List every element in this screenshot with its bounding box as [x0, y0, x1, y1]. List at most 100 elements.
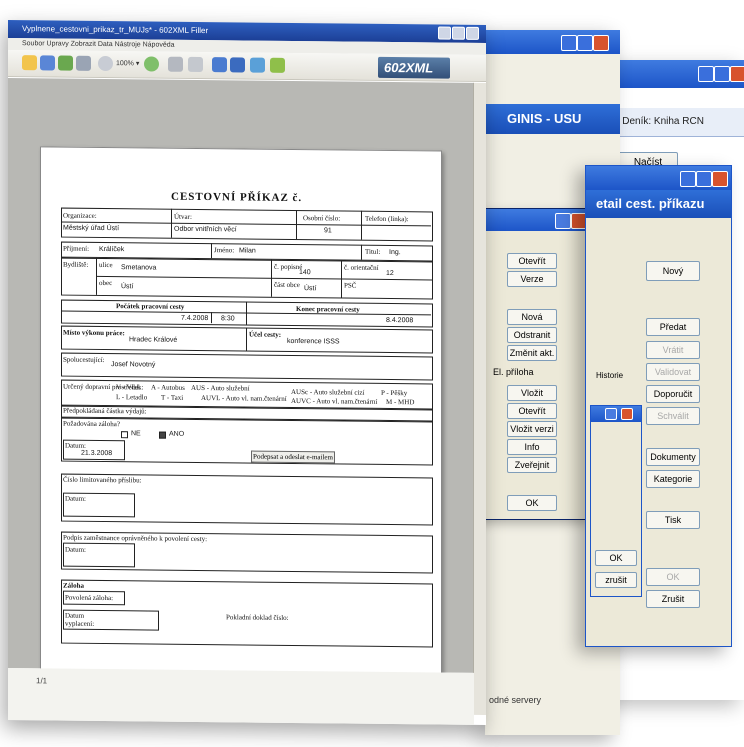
doprava-opt-v[interactable]: V - Vlak: [116, 383, 140, 391]
ulice-field[interactable]: Smetanova: [121, 264, 156, 271]
doprava-opt-t[interactable]: T - Taxi: [161, 394, 183, 402]
ok-button[interactable]: OK: [595, 550, 637, 566]
maximize-button[interactable]: [714, 66, 730, 82]
predat-button[interactable]: Předat: [646, 318, 700, 336]
ano-checkbox[interactable]: [159, 431, 166, 439]
mail-icon[interactable]: [230, 57, 245, 73]
podepsat-button[interactable]: Podepsat a odeslat e-mailem: [251, 450, 335, 464]
ok-button[interactable]: OK: [646, 568, 700, 586]
status-bar: 1/1: [8, 668, 474, 725]
doprava-opt-auvl[interactable]: AUVL - Auto vl. nam.čtenární: [201, 394, 287, 403]
schvalit-button[interactable]: Schválit: [646, 407, 700, 425]
doprava-opt-m[interactable]: M - MHD: [386, 398, 414, 406]
verze-button[interactable]: Verze: [507, 271, 557, 287]
zrusit-button[interactable]: zrušit: [595, 572, 637, 588]
spolucestujici-field[interactable]: Josef Novotný: [111, 361, 155, 368]
zoom-in-icon[interactable]: [144, 56, 159, 72]
doprava-opt-ausc[interactable]: AUSc - Auto služební cizí: [291, 388, 365, 397]
ne-checkbox[interactable]: [121, 431, 128, 439]
odstranit-button[interactable]: Odstranit: [507, 327, 557, 343]
help-button[interactable]: [555, 213, 571, 229]
copy-icon[interactable]: [168, 56, 183, 72]
sign-icon[interactable]: [58, 55, 73, 71]
minimize-button[interactable]: [680, 171, 696, 187]
obec-field[interactable]: Ústí: [121, 283, 133, 290]
minimize-button[interactable]: [561, 35, 577, 51]
prijmeni-field[interactable]: Králíček: [99, 246, 124, 253]
doprava-opt-aus[interactable]: AUS - Auto služební: [191, 384, 250, 393]
titul-label: Titul:: [365, 247, 381, 256]
ucel-field[interactable]: konference ISSS: [287, 338, 340, 346]
pokladni-doklad-label: Pokladní doklad číslo:: [226, 613, 289, 622]
otevrit-priloha-button[interactable]: Otevřít: [507, 403, 557, 419]
minimize-button[interactable]: [698, 66, 714, 82]
doprava-opt-a[interactable]: A - Autobus: [151, 383, 185, 391]
zmenit-akt-button[interactable]: Změnit akt.: [507, 345, 557, 361]
titul-field[interactable]: Ing.: [389, 249, 401, 256]
vlozit-verzi-button[interactable]: Vložit verzi: [507, 421, 557, 437]
cislo-popisne-field[interactable]: 140: [299, 269, 311, 276]
close-button[interactable]: [466, 26, 479, 40]
datum-field[interactable]: 21.3.2008: [81, 450, 112, 457]
validovat-button[interactable]: Validovat: [646, 363, 700, 381]
maximize-button[interactable]: [577, 35, 593, 51]
cislo-orientacni-field[interactable]: 12: [386, 270, 394, 277]
historie-tab[interactable]: Historie: [596, 371, 623, 380]
osobni-cislo-field[interactable]: 91: [324, 227, 332, 234]
misto-vykonu-field[interactable]: Hradec Králové: [129, 336, 177, 344]
save-icon[interactable]: [40, 55, 55, 71]
vlozit-button[interactable]: Vložit: [507, 385, 557, 401]
window-title: Vyplnene_cestovni_prikaz_tr_MUJs* - 602X…: [22, 24, 209, 36]
close-button[interactable]: [712, 171, 728, 187]
attach-icon[interactable]: [270, 57, 285, 73]
print-icon[interactable]: [76, 55, 91, 71]
pocatek-cas-field[interactable]: 8:30: [221, 315, 235, 322]
doprava-opt-auvc[interactable]: AUVC - Auto vl. nam.čtenární: [291, 397, 377, 406]
novy-button[interactable]: Nový: [646, 261, 700, 281]
vratit-button[interactable]: Vrátit: [646, 341, 700, 359]
export-icon[interactable]: [212, 57, 227, 73]
cislo-limitovaneho-label: Číslo limitovaného příslibu:: [63, 475, 142, 485]
utvar-field[interactable]: Odbor vnitřních věcí: [174, 226, 237, 234]
open-icon[interactable]: [22, 55, 37, 71]
pocatek-datum-field[interactable]: 7.4.2008: [181, 315, 208, 322]
form-title: CESTOVNÍ PŘÍKAZ č.: [171, 190, 303, 205]
zoom-out-icon[interactable]: [98, 55, 113, 72]
zoom-select[interactable]: 100% ▾: [116, 59, 139, 67]
otevrit-button[interactable]: Otevřít: [507, 253, 557, 269]
desktop-stage: 001, Deník: Kniha RCN Načíst GINIS - USU…: [0, 0, 744, 747]
maximize-button[interactable]: [696, 171, 712, 187]
doprava-opt-p[interactable]: P - Pěšky: [381, 389, 407, 397]
close-button[interactable]: [593, 35, 609, 51]
ok-button[interactable]: OK: [507, 495, 557, 511]
organizace-field[interactable]: Městský úřad Ústí: [63, 225, 119, 233]
jmeno-field[interactable]: Milan: [239, 247, 256, 254]
zrusit-button[interactable]: Zrušit: [646, 590, 700, 608]
kategorie-button[interactable]: Kategorie: [646, 470, 700, 488]
osobni-cislo-label: Osobní číslo:: [303, 214, 341, 223]
telefon-label: Telefon (linka):: [365, 214, 409, 224]
doprava-opt-l[interactable]: L - Letadlo: [116, 393, 147, 401]
cast-obce-field[interactable]: Ústí: [304, 285, 316, 292]
602xml-logo: 602XML: [378, 56, 450, 79]
konec-datum-field[interactable]: 8.4.2008: [386, 317, 413, 324]
toolbar: 100% ▾ 602XML: [8, 50, 486, 83]
dokumenty-button[interactable]: Dokumenty: [646, 448, 700, 466]
close-button[interactable]: [730, 66, 744, 82]
ginis-dialog: Otevřít Verze Nová Odstranit Změnit akt.…: [480, 208, 592, 520]
doporucit-button[interactable]: Doporučit: [646, 385, 700, 403]
help-button[interactable]: [605, 408, 617, 420]
ginis-titlebar: [485, 30, 620, 54]
paste-icon[interactable]: [188, 56, 203, 73]
tisk-button[interactable]: Tisk: [646, 511, 700, 529]
ginis-band-title: GINIS - USU: [485, 104, 620, 134]
konec-label: Konec pracovní cesty: [296, 305, 360, 314]
minimize-button[interactable]: [438, 26, 451, 40]
info-button[interactable]: Info: [507, 439, 557, 455]
vertical-scrollbar[interactable]: [473, 82, 486, 716]
maximize-button[interactable]: [452, 26, 465, 40]
zverejnit-button[interactable]: Zveřejnit: [507, 457, 557, 473]
nova-button[interactable]: Nová: [507, 309, 557, 325]
calendar-icon[interactable]: [250, 57, 265, 73]
close-button[interactable]: [621, 408, 633, 420]
